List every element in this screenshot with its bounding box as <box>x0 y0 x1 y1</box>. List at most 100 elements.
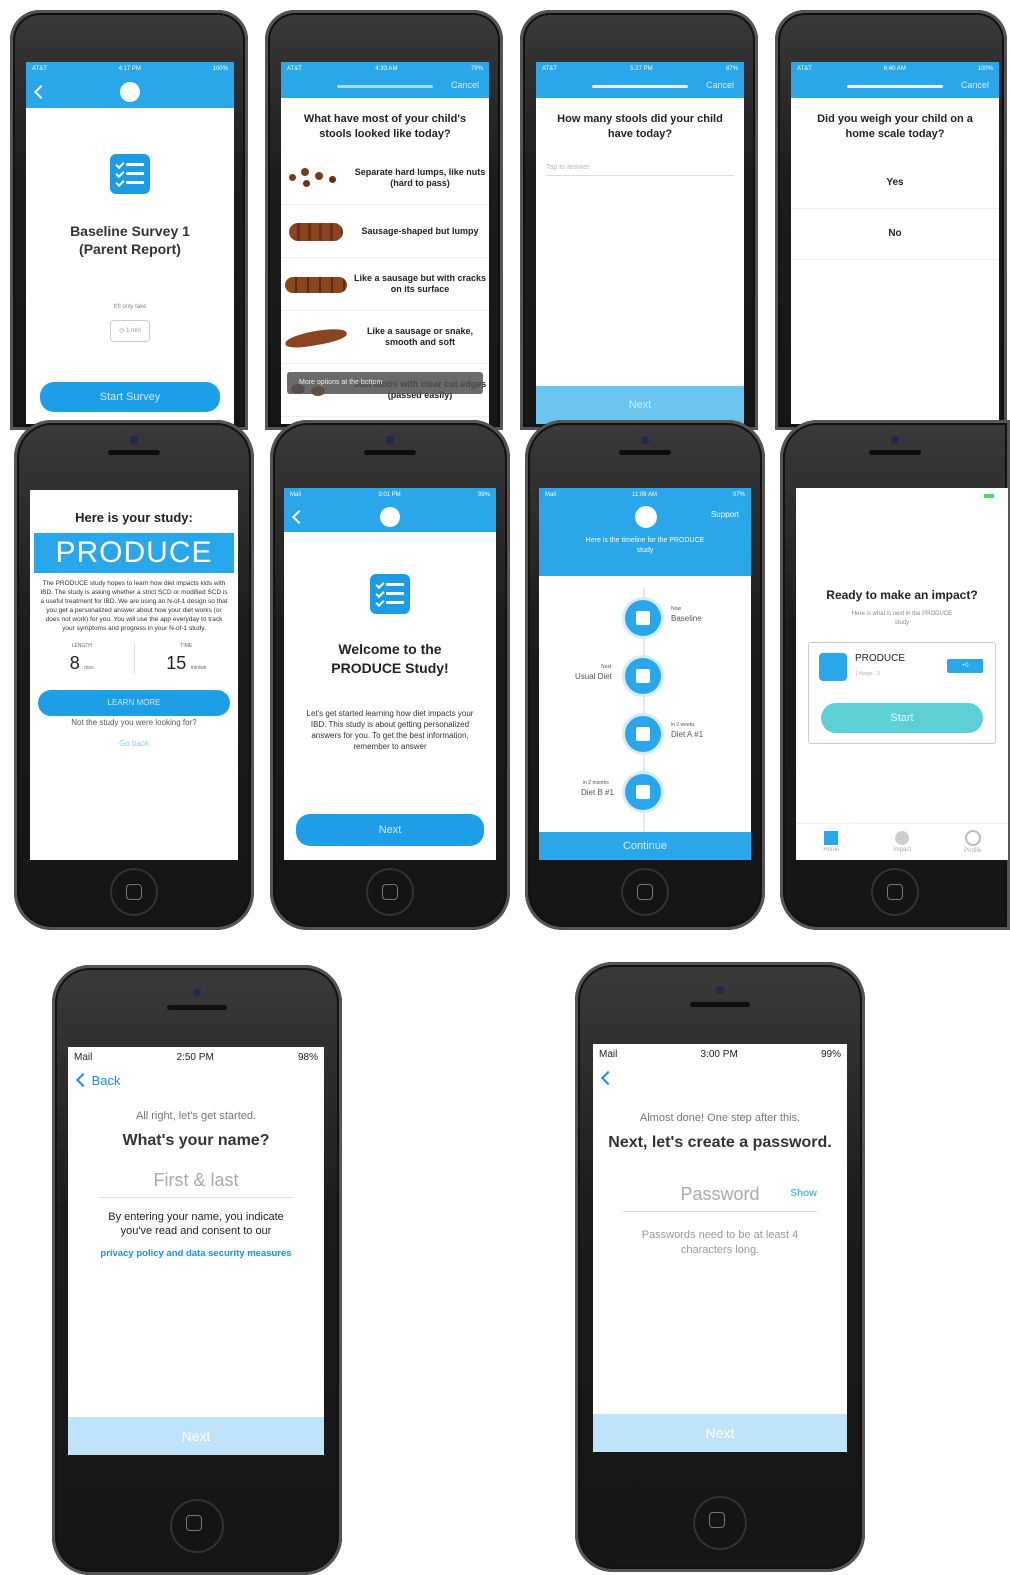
not-study-text: Not the study you were looking for? <box>71 718 197 727</box>
option-no[interactable]: No <box>791 209 999 260</box>
status-battery: 98% <box>297 1051 318 1063</box>
survey-checklist-icon <box>110 154 150 194</box>
intro-text: Almost done! One step after this. <box>639 1112 801 1124</box>
screen: Here is your study: PRODUCE The PRODUCE … <box>30 490 238 860</box>
timeline-intro: Here is the timeline for the PRODUCE stu… <box>585 537 705 554</box>
tab-home[interactable]: Home <box>796 831 867 853</box>
timeline-node-usual-diet[interactable] <box>625 658 661 694</box>
screen: AT&T 4:17 PM 100% Baseline Survey 1 (Paren… <box>26 62 234 424</box>
progress-bar <box>847 85 943 88</box>
survey-title: Baseline Survey 1 (Parent Report) <box>70 223 190 257</box>
password-field[interactable]: Password Show <box>623 1184 817 1212</box>
privacy-link[interactable]: privacy policy and data security measure… <box>68 1248 324 1259</box>
password-input[interactable]: Password <box>680 1184 759 1204</box>
learn-more-button[interactable]: LEARN MORE <box>38 690 230 716</box>
timeline-node-baseline[interactable] <box>625 600 661 636</box>
welcome-title: Welcome to the PRODUCE Study! <box>331 641 449 676</box>
survey-checklist-icon <box>370 574 410 614</box>
profile-icon <box>964 830 981 846</box>
option-4[interactable]: Like a sausage or snake, smooth and soft <box>281 311 489 364</box>
screen: Mail 2:50 PM 98% Back All right, let's get… <box>68 1047 324 1455</box>
tab-impact[interactable]: Impact <box>867 831 938 853</box>
screen: AT&T 5:27 PM 87% Cancel How many stools di… <box>536 62 744 424</box>
nav-bar: Cancel <box>281 76 489 98</box>
next-button[interactable]: Next <box>593 1414 847 1452</box>
study-stats: LENGTH 8 mos TIME 15 min/wk <box>30 643 238 674</box>
password-hint: Passwords need to be at least 4 characte… <box>641 1229 799 1256</box>
option-3[interactable]: Like a sausage but with cracks on its su… <box>281 258 489 311</box>
tab-profile[interactable]: Profile <box>937 830 1008 854</box>
next-button[interactable]: Next <box>68 1417 324 1455</box>
phone-home-scale: AT&T 6:40 AM 100% Cancel Did you weigh you… <box>775 10 1007 430</box>
continue-button[interactable]: Continue <box>539 832 751 860</box>
phone-stool-count: AT&T 5:27 PM 87% Cancel How many stools di… <box>520 10 758 430</box>
screen: Ready to make an impact? Here is what is… <box>796 488 1008 860</box>
status-battery: 99% <box>820 1048 841 1060</box>
password-question: Next, let's create a password. <box>608 1134 832 1151</box>
status-mail: Mail <box>599 1048 618 1060</box>
go-back-link[interactable]: Go back <box>30 739 238 748</box>
app-logo-icon <box>120 82 140 102</box>
tab-bar: Home Impact Profile <box>796 823 1008 860</box>
back-chevron-icon[interactable] <box>33 84 49 100</box>
option-yes[interactable]: Yes <box>791 158 999 209</box>
nav-bar <box>26 76 234 108</box>
cancel-button[interactable]: Cancel <box>706 80 734 90</box>
grid-icon <box>824 831 839 845</box>
support-button[interactable]: Support <box>711 510 739 519</box>
option-2[interactable]: Sausage-shaped but lumpy <box>281 205 489 258</box>
app-logo-icon <box>380 507 400 527</box>
answer-input[interactable]: Tap to answer <box>546 160 734 176</box>
cancel-button[interactable]: Cancel <box>451 80 479 90</box>
phone-stool-form: AT&T 4:33 AM 79% Cancel What have most of … <box>265 10 503 430</box>
timeline-node-diet-b[interactable] <box>625 774 661 810</box>
duration-label: It'll only take <box>113 304 147 310</box>
screen: AT&T 6:40 AM 100% Cancel Did you weigh you… <box>791 62 999 424</box>
lumpy-sausage-icon <box>281 211 351 251</box>
status-time: 2:50 PM <box>176 1051 214 1063</box>
welcome-body: Let's get started learning how diet impa… <box>306 709 474 751</box>
timeline-node-diet-a[interactable] <box>625 716 661 752</box>
ready-subtitle: Here is what is next in the PRODUCE stud… <box>851 611 953 626</box>
card-meta: 1 things · 3 <box>855 671 880 677</box>
next-button[interactable]: Next <box>296 814 484 846</box>
cracked-sausage-icon <box>281 264 351 304</box>
progress-bar <box>592 85 688 88</box>
back-button[interactable] <box>593 1064 847 1088</box>
hard-lumps-icon <box>281 158 351 198</box>
screen: AT&T 4:33 AM 79% Cancel What have most of … <box>281 62 489 424</box>
show-password-button[interactable]: Show <box>790 1188 817 1199</box>
back-button[interactable]: Back <box>68 1067 324 1088</box>
start-survey-button[interactable]: Start Survey <box>40 382 220 412</box>
phone-ready: Ready to make an impact? Here is what is… <box>780 420 1010 930</box>
phone-welcome: Mail 3:01 PM 99% Welcome to the PRODUCE St… <box>270 420 510 930</box>
question: Did you weigh your child on a home scale… <box>817 113 973 140</box>
back-chevron-icon <box>75 1072 91 1088</box>
study-description: The PRODUCE study hopes to learn how die… <box>40 580 228 632</box>
status-mail: Mail <box>74 1051 93 1063</box>
app-logo-icon <box>635 506 657 528</box>
card-badge: +0 <box>947 659 983 673</box>
study-card: PRODUCE 1 things · 3 +0 Start <box>808 642 996 744</box>
name-input[interactable]: First & last <box>98 1170 294 1198</box>
start-button[interactable]: Start <box>821 703 983 733</box>
cancel-button[interactable]: Cancel <box>961 80 989 90</box>
nav-bar: Cancel <box>791 76 999 98</box>
battery-icon <box>984 494 994 498</box>
question: What have most of your child's stools lo… <box>303 113 467 140</box>
name-question: What's your name? <box>122 1132 270 1149</box>
question: How many stools did your child have toda… <box>557 113 723 140</box>
phone-study-overview: Here is your study: PRODUCE The PRODUCE … <box>14 420 254 930</box>
screen: Mail 3:01 PM 99% Welcome to the PRODUCE St… <box>284 488 496 860</box>
duration-badge: ◷ 1 min <box>110 320 150 342</box>
back-chevron-icon[interactable] <box>291 509 307 525</box>
ready-title: Ready to make an impact? <box>826 588 978 602</box>
impact-icon <box>895 831 909 845</box>
clock-icon: ◷ <box>119 328 125 334</box>
card-title: PRODUCE <box>855 653 906 664</box>
back-chevron-icon <box>600 1070 616 1086</box>
timeline-header: Support Here is the timeline for the PRO… <box>539 502 751 576</box>
option-1[interactable]: Separate hard lumps, like nuts (hard to … <box>281 152 489 205</box>
screen: Mail 3:00 PM 99% Almost done! One step aft… <box>593 1044 847 1452</box>
next-button[interactable]: Next <box>536 386 744 424</box>
